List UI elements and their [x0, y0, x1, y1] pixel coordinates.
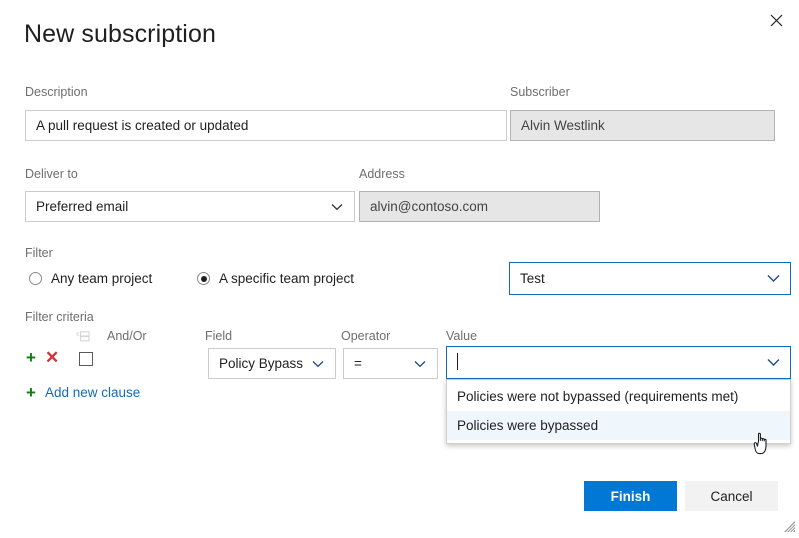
deliver-to-label: Deliver to: [25, 166, 78, 182]
deliver-to-select[interactable]: Preferred email: [25, 191, 355, 222]
field-value: Policy Bypass: [209, 356, 307, 371]
add-new-clause-button[interactable]: + Add new clause: [26, 384, 140, 401]
close-glyph: [770, 14, 783, 27]
chevron-down-icon: [762, 274, 784, 283]
filter-criteria-label: Filter criteria: [25, 309, 94, 325]
plus-icon: +: [26, 384, 36, 401]
radio-specific-team-project-control[interactable]: [197, 272, 210, 285]
chevron-down-icon: [326, 203, 348, 211]
team-project-select[interactable]: Test: [509, 262, 791, 295]
column-header-andor: And/Or: [107, 329, 147, 343]
chevron-down-icon: [307, 360, 329, 368]
radio-any-team-project-label[interactable]: Any team project: [51, 271, 152, 286]
radio-specific-team-project-label[interactable]: A specific team project: [219, 271, 354, 286]
row-select-checkbox[interactable]: [79, 352, 93, 366]
grid-columns-icon[interactable]: [76, 330, 90, 342]
operator-select[interactable]: =: [343, 348, 438, 379]
deliver-to-value: Preferred email: [26, 199, 326, 214]
value-dropdown-list[interactable]: Policies were not bypassed (requirements…: [446, 379, 791, 444]
radio-any-team-project[interactable]: Any team project: [29, 271, 152, 286]
resize-grip[interactable]: [783, 520, 796, 533]
description-label: Description: [25, 84, 88, 100]
filter-label: Filter: [25, 245, 53, 261]
address-label: Address: [359, 166, 405, 182]
page-title: New subscription: [24, 20, 216, 49]
field-select[interactable]: Policy Bypass: [208, 348, 336, 379]
column-header-value: Value: [446, 329, 477, 343]
text-caret: [457, 353, 458, 370]
operator-value: =: [344, 356, 409, 371]
finish-button[interactable]: Finish: [584, 481, 677, 511]
add-row-plus-icon[interactable]: +: [26, 349, 36, 366]
team-project-value: Test: [510, 271, 762, 286]
add-new-clause-label: Add new clause: [45, 385, 140, 400]
close-icon[interactable]: [759, 5, 793, 35]
subscriber-input: [510, 110, 775, 141]
column-header-field: Field: [205, 329, 232, 343]
radio-any-team-project-control[interactable]: [29, 272, 42, 285]
dropdown-option-1[interactable]: Policies were bypassed: [447, 411, 790, 440]
address-input: [359, 191, 600, 222]
cancel-button[interactable]: Cancel: [685, 481, 778, 511]
chevron-down-icon[interactable]: [762, 358, 784, 367]
new-subscription-dialog: New subscription Description Subscriber …: [0, 0, 799, 536]
value-combobox[interactable]: [446, 346, 791, 379]
radio-specific-team-project[interactable]: A specific team project: [197, 271, 354, 286]
dropdown-option-0[interactable]: Policies were not bypassed (requirements…: [447, 382, 790, 411]
description-input[interactable]: [25, 110, 507, 141]
subscriber-label: Subscriber: [510, 84, 570, 100]
delete-row-x-icon[interactable]: ✕: [45, 349, 59, 366]
column-header-operator: Operator: [341, 329, 390, 343]
chevron-down-icon: [409, 360, 431, 368]
